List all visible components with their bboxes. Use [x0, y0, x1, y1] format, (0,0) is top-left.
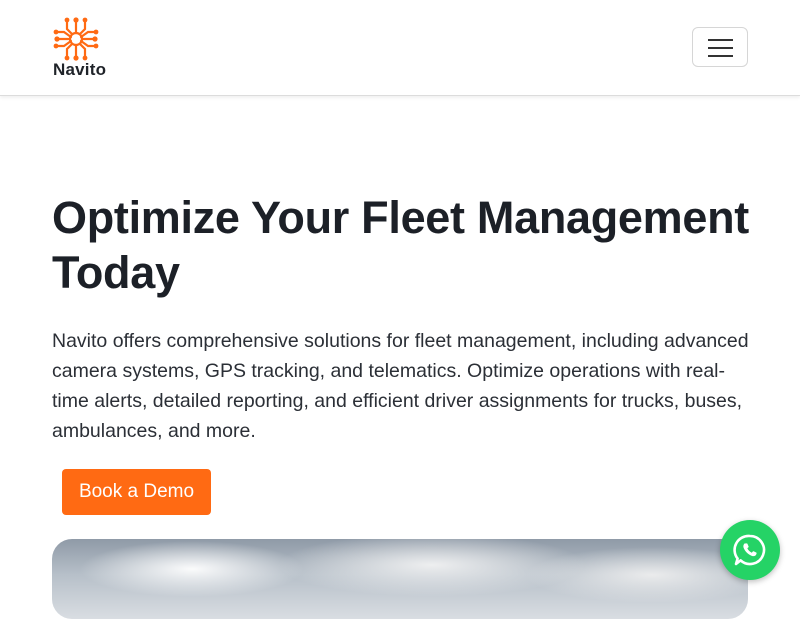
whatsapp-icon [733, 534, 766, 566]
hero-title: Optimize Your Fleet Management Today [52, 192, 749, 298]
whatsapp-chat-button[interactable] [720, 520, 780, 580]
circuit-network-icon [53, 17, 99, 61]
sky-clouds-image [52, 539, 748, 619]
navbar: Navito [0, 0, 800, 96]
book-demo-button[interactable]: Book a Demo [62, 469, 211, 515]
menu-toggle-button[interactable] [692, 27, 748, 67]
brand-link[interactable]: Navito [52, 16, 114, 80]
brand-name: Navito [53, 60, 107, 79]
hero-description: Navito offers comprehensive solutions fo… [52, 330, 749, 442]
